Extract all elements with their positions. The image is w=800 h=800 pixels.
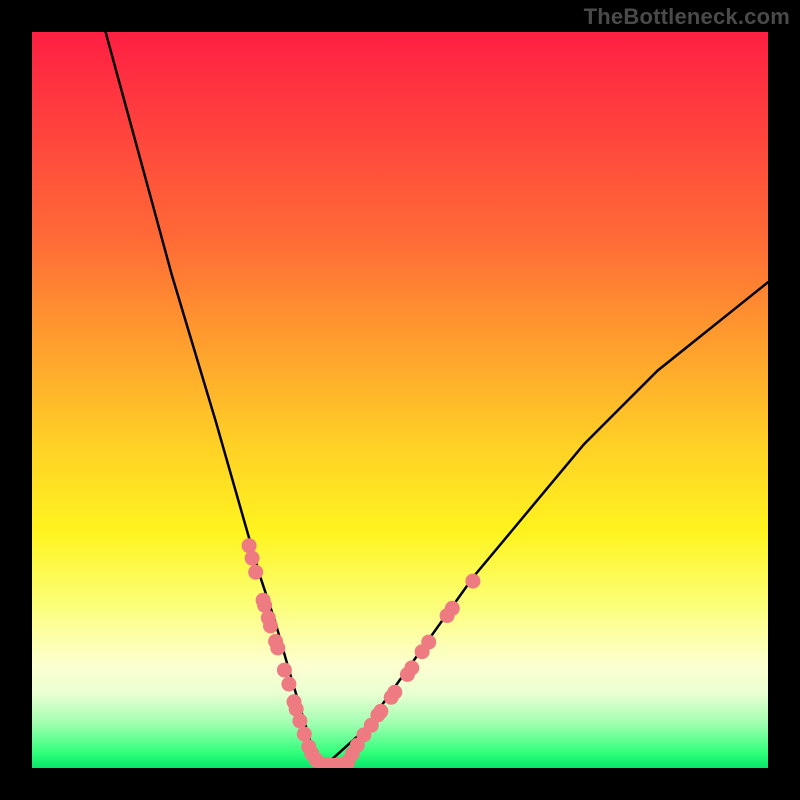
data-marker: [270, 641, 285, 656]
chart-svg: [32, 32, 768, 768]
data-marker: [245, 551, 260, 566]
marker-cluster-left: [242, 538, 350, 768]
data-marker: [281, 677, 296, 692]
data-marker: [257, 598, 272, 613]
data-marker: [404, 660, 419, 675]
marker-cluster-right: [340, 574, 480, 768]
data-marker: [445, 601, 460, 616]
data-marker: [387, 685, 402, 700]
data-marker: [248, 565, 263, 580]
data-marker: [465, 574, 480, 589]
data-marker: [242, 538, 257, 553]
data-marker: [373, 704, 388, 719]
curve-line: [106, 32, 768, 764]
data-marker: [292, 713, 307, 728]
data-marker: [277, 663, 292, 678]
data-marker: [263, 619, 278, 634]
watermark-text: TheBottleneck.com: [584, 4, 790, 30]
chart-frame: TheBottleneck.com: [0, 0, 800, 800]
plot-area: [32, 32, 768, 768]
data-marker: [421, 635, 436, 650]
